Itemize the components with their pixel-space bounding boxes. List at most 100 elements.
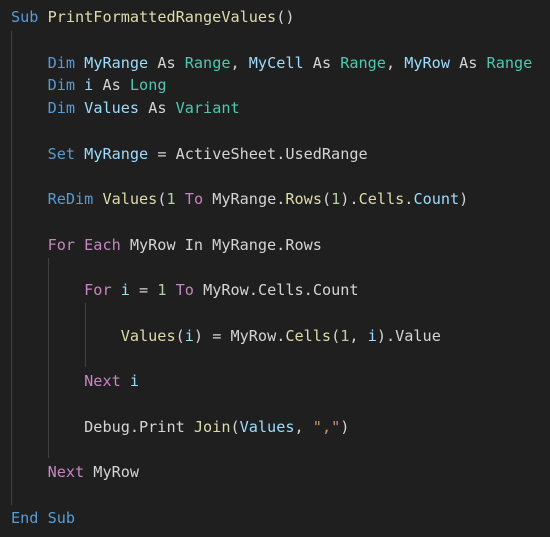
code-token: = bbox=[129, 281, 158, 299]
code-token: Variant bbox=[175, 99, 240, 117]
code-token: Count bbox=[413, 190, 460, 208]
code-token: () bbox=[276, 8, 295, 26]
code-token: As bbox=[303, 53, 341, 72]
code-token: ) bbox=[340, 417, 350, 436]
code-line[interactable]: Dim MyRange As Range, MyCell As Range, M… bbox=[11, 52, 533, 74]
code-token: MyRow In MyRange.Rows bbox=[120, 235, 322, 254]
code-token: To bbox=[175, 281, 194, 299]
code-token: MyRow bbox=[84, 463, 140, 481]
code-token: For bbox=[84, 281, 112, 299]
code-token: Next bbox=[84, 372, 121, 390]
code-line[interactable]: Dim i As Long bbox=[11, 74, 167, 96]
code-token: MyRange bbox=[84, 53, 149, 72]
code-editor[interactable]: Sub PrintFormattedRangeValues() Dim MyRa… bbox=[0, 0, 550, 537]
code-token: Range bbox=[486, 53, 533, 72]
code-token: MyRange. bbox=[203, 190, 286, 208]
code-token: Cells bbox=[358, 190, 405, 208]
code-line[interactable]: Set MyRange = ActiveSheet.UsedRange bbox=[11, 143, 368, 165]
code-token: As bbox=[139, 99, 176, 117]
code-line[interactable]: For Each MyRow In MyRange.Rows bbox=[11, 234, 322, 256]
code-token: Values bbox=[239, 417, 295, 436]
code-token: To bbox=[184, 190, 204, 208]
code-token: Set bbox=[47, 144, 76, 163]
code-line[interactable]: Values(i) = MyRow.Cells(1, i).Value bbox=[11, 325, 441, 347]
code-line[interactable]: For i = 1 To MyRow.Cells.Count bbox=[11, 279, 359, 301]
code-token: Values bbox=[102, 190, 158, 208]
code-token: Rows bbox=[285, 190, 322, 208]
code-token: As bbox=[449, 53, 487, 72]
code-token: ( bbox=[331, 326, 341, 345]
code-token: Sub bbox=[11, 8, 39, 26]
code-token: = ActiveSheet.UsedRange bbox=[148, 144, 368, 163]
code-token: MyRange bbox=[84, 144, 149, 163]
code-line[interactable]: Debug.Print Join(Values, ",") bbox=[11, 416, 349, 438]
code-line[interactable]: Next i bbox=[11, 370, 139, 392]
code-token: Cells bbox=[285, 326, 332, 345]
code-token: ). bbox=[340, 190, 359, 208]
code-token: Dim bbox=[47, 99, 76, 117]
code-token: Values bbox=[120, 326, 176, 345]
code-token: i bbox=[184, 326, 194, 345]
code-token: ( bbox=[230, 417, 240, 436]
code-token: i bbox=[367, 326, 377, 345]
code-token: Dim bbox=[47, 76, 76, 95]
code-token: , bbox=[294, 417, 313, 436]
code-line[interactable]: Sub PrintFormattedRangeValues() bbox=[11, 6, 294, 28]
code-token: ).Value bbox=[376, 326, 441, 345]
code-token: As bbox=[93, 76, 130, 95]
code-token: "," bbox=[312, 417, 341, 436]
code-token: MyCell bbox=[248, 53, 304, 72]
code-token: 1 bbox=[331, 190, 341, 208]
code-token: Values bbox=[84, 99, 140, 117]
code-token: As bbox=[148, 53, 185, 72]
code-token: , bbox=[349, 326, 368, 345]
code-token: 1 bbox=[157, 281, 167, 299]
code-line[interactable]: Dim Values As Variant bbox=[11, 97, 240, 119]
code-token: , bbox=[230, 53, 249, 72]
code-token: ( bbox=[175, 326, 185, 345]
code-token: Dim bbox=[47, 53, 76, 72]
code-line[interactable]: End Sub bbox=[11, 507, 75, 529]
code-token: Range bbox=[184, 53, 231, 72]
code-token: ReDim bbox=[47, 190, 94, 208]
code-line[interactable]: Next MyRow bbox=[11, 461, 139, 483]
code-token: PrintFormattedRangeValues bbox=[47, 8, 277, 26]
code-token: i bbox=[129, 372, 140, 390]
code-token: i bbox=[120, 281, 130, 299]
code-token: MyRow.Cells.Count bbox=[193, 281, 359, 299]
code-token: ) = MyRow. bbox=[193, 326, 286, 345]
code-token: For Each bbox=[47, 235, 121, 254]
code-token: Range bbox=[340, 53, 386, 72]
code-token: , bbox=[385, 53, 405, 72]
code-token: ( bbox=[321, 190, 332, 208]
code-token: Join bbox=[193, 417, 231, 436]
code-token: i bbox=[84, 76, 94, 95]
code-line[interactable]: ReDim Values(1 To MyRange.Rows(1).Cells.… bbox=[11, 188, 469, 210]
code-token: Next bbox=[47, 463, 85, 481]
code-token: End Sub bbox=[11, 508, 76, 527]
code-token: 1 bbox=[166, 190, 176, 208]
code-token: MyRow bbox=[404, 53, 450, 72]
code-token: Long bbox=[129, 76, 167, 95]
code-token: ) bbox=[459, 190, 469, 208]
code-token: Debug.Print bbox=[84, 417, 194, 436]
